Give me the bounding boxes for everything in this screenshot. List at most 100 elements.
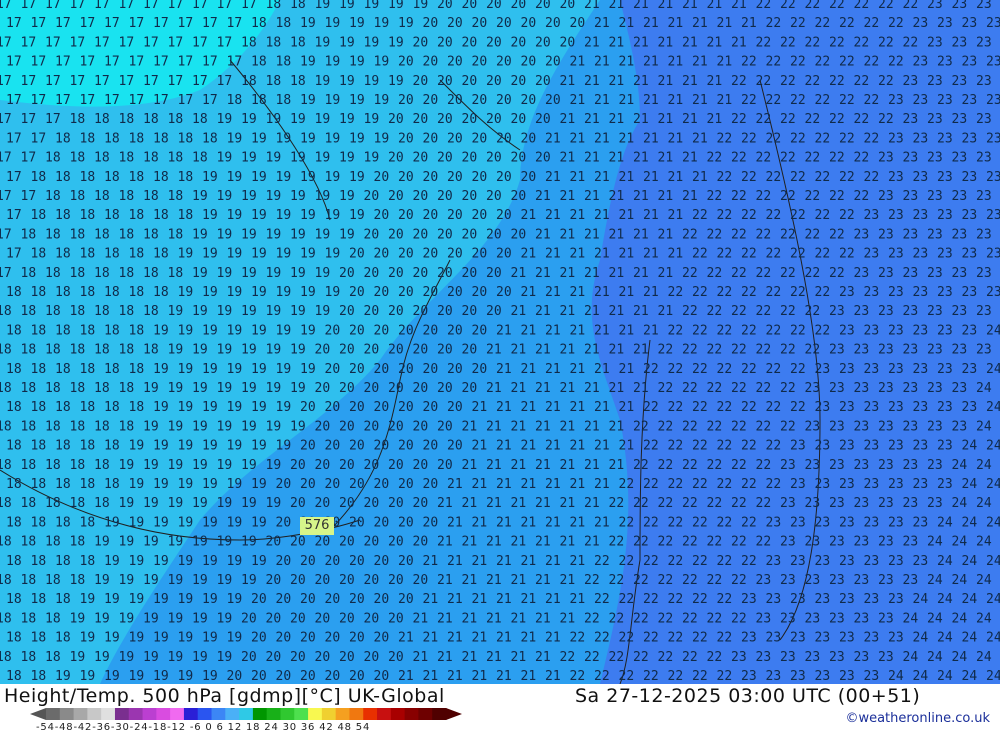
temperature-value: 20 — [486, 266, 502, 281]
temperature-value: 21 — [570, 439, 586, 454]
temperature-value: 21 — [692, 93, 708, 108]
temperature-value: 21 — [717, 16, 733, 31]
temperature-value: 20 — [388, 419, 404, 434]
temperature-value: 21 — [619, 439, 635, 454]
temperature-value: 19 — [241, 573, 257, 588]
temperature-value: 19 — [266, 151, 282, 166]
temperature-value: 19 — [276, 131, 292, 146]
temperature-value: 22 — [668, 669, 684, 684]
temperature-value: 22 — [692, 400, 708, 415]
temperature-value: 19 — [388, 35, 404, 50]
temperature-value: 23 — [913, 131, 929, 146]
temperature-value: 18 — [104, 170, 120, 185]
temperature-value: 22 — [731, 74, 747, 89]
temperature-value: 23 — [864, 208, 880, 223]
temperature-value: 20 — [535, 112, 551, 127]
temperature-value: 22 — [854, 74, 870, 89]
temperature-value: 23 — [952, 419, 968, 434]
temperature-value: 22 — [633, 458, 649, 473]
temperature-value: 24 — [976, 381, 992, 396]
temperature-value: 21 — [668, 93, 684, 108]
temperature-value: 20 — [511, 74, 527, 89]
temperature-value: 21 — [570, 208, 586, 223]
temperature-value: 24 — [962, 515, 978, 530]
temperature-value: 18 — [178, 170, 194, 185]
temperature-value: 21 — [437, 611, 453, 626]
temperature-value: 21 — [545, 247, 561, 262]
temperature-value: 20 — [290, 573, 306, 588]
temperature-value: 21 — [472, 515, 488, 530]
temperature-value: 22 — [633, 496, 649, 511]
temperature-value: 20 — [364, 496, 380, 511]
temperature-value: 23 — [952, 266, 968, 281]
temperature-value: 17 — [202, 16, 218, 31]
temperature-value: 18 — [290, 74, 306, 89]
temperature-value: 20 — [398, 323, 414, 338]
temperature-value: 21 — [570, 247, 586, 262]
temperature-value: 19 — [143, 381, 159, 396]
temperature-value: 18 — [129, 323, 145, 338]
temperature-value: 18 — [104, 400, 120, 415]
temperature-value: 22 — [790, 93, 806, 108]
temperature-value: 23 — [888, 592, 904, 607]
temperature-value: 18 — [276, 93, 292, 108]
map-title: Height/Temp. 500 hPa [gdmp][°C] UK-Globa… — [4, 685, 445, 707]
temperature-value: 22 — [766, 131, 782, 146]
temperature-value: 20 — [521, 131, 537, 146]
temperature-value: 19 — [178, 477, 194, 492]
temperature-value: 19 — [70, 650, 86, 665]
temperature-value: 23 — [878, 573, 894, 588]
temperature-value: 21 — [521, 208, 537, 223]
temperature-value: 20 — [374, 592, 390, 607]
temperature-value: 20 — [437, 381, 453, 396]
temperature-value: 23 — [780, 458, 796, 473]
temperature-value: 22 — [741, 515, 757, 530]
temperature-value: 22 — [731, 535, 747, 550]
temperature-value: 22 — [570, 631, 586, 646]
temperature-value: 23 — [878, 458, 894, 473]
temperature-value: 18 — [0, 496, 12, 511]
temperature-value: 20 — [276, 631, 292, 646]
temperature-value: 18 — [70, 419, 86, 434]
temperature-value: 22 — [717, 515, 733, 530]
temperature-value: 19 — [325, 131, 341, 146]
temperature-value: 18 — [119, 381, 135, 396]
credit-link[interactable]: ©weatheronline.co.uk — [845, 711, 990, 726]
temperature-value: 19 — [192, 266, 208, 281]
temperature-value: 23 — [829, 611, 845, 626]
temperature-value: 18 — [0, 535, 12, 550]
temperature-value: 22 — [864, 131, 880, 146]
temperature-value: 19 — [374, 131, 390, 146]
temperature-value: 21 — [609, 266, 625, 281]
temperature-value: 20 — [447, 170, 463, 185]
temperature-value: 19 — [192, 227, 208, 242]
temperature-value: 22 — [829, 151, 845, 166]
legend-swatch — [211, 708, 226, 720]
temperature-value: 18 — [31, 439, 47, 454]
legend-swatch — [308, 708, 323, 720]
temperature-value: 20 — [447, 439, 463, 454]
temperature-value: 23 — [839, 439, 855, 454]
temperature-value: 23 — [805, 611, 821, 626]
temperature-value: 20 — [413, 151, 429, 166]
temperature-value: 21 — [633, 343, 649, 358]
temperature-value: 20 — [521, 170, 537, 185]
temperature-value: 18 — [168, 151, 184, 166]
temperature-value: 24 — [986, 669, 1000, 684]
temperature-value: 19 — [241, 535, 257, 550]
temperature-value: 19 — [339, 227, 355, 242]
temperature-value: 19 — [129, 669, 145, 684]
temperature-value: 21 — [717, 93, 733, 108]
temperature-value: 22 — [839, 55, 855, 70]
temperature-value: 22 — [766, 362, 782, 377]
temperature-value: 18 — [119, 419, 135, 434]
temperature-value: 18 — [129, 131, 145, 146]
temperature-value: 19 — [276, 247, 292, 262]
temperature-value: 17 — [143, 74, 159, 89]
temperature-value: 19 — [227, 439, 243, 454]
temperature-value: 22 — [756, 304, 772, 319]
temperature-value: 19 — [202, 669, 218, 684]
legend-swatch — [59, 708, 75, 720]
temperature-value: 22 — [864, 170, 880, 185]
temperature-value: 18 — [168, 266, 184, 281]
